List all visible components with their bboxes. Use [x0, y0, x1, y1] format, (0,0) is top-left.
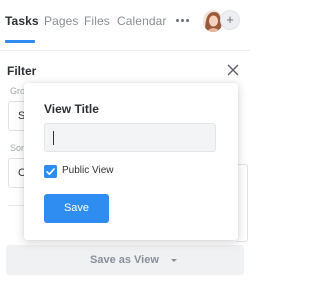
tab-calendar[interactable]: Calendar	[117, 14, 167, 28]
checkmark-icon	[46, 168, 55, 175]
more-horizontal-icon[interactable]	[173, 13, 191, 27]
save-view-popover: View Title Public View Save	[24, 83, 238, 240]
tab-pages[interactable]: Pages	[44, 14, 79, 28]
save-button[interactable]: Save	[44, 194, 109, 223]
view-title-label: View Title	[44, 102, 99, 116]
save-as-view-button[interactable]: Save as View	[6, 245, 244, 275]
view-title-input[interactable]	[44, 123, 216, 152]
active-tab-indicator	[5, 40, 35, 43]
caret-down-icon	[171, 259, 177, 262]
group-by-label: Gro	[10, 86, 26, 96]
close-icon[interactable]	[226, 63, 240, 77]
filter-title: Filter	[7, 64, 37, 78]
add-member-button[interactable]: +	[220, 10, 240, 30]
tab-bar: Tasks Pages Files Calendar +	[0, 0, 250, 44]
public-view-checkbox[interactable]	[44, 165, 57, 178]
text-cursor	[53, 131, 54, 145]
public-view-label[interactable]: Public View	[62, 165, 114, 176]
tab-tasks[interactable]: Tasks	[5, 14, 39, 28]
sort-by-label: Sor	[10, 143, 25, 153]
filter-header: Filter	[0, 50, 250, 86]
save-as-view-label: Save as View	[90, 254, 159, 266]
tab-files[interactable]: Files	[84, 14, 110, 28]
